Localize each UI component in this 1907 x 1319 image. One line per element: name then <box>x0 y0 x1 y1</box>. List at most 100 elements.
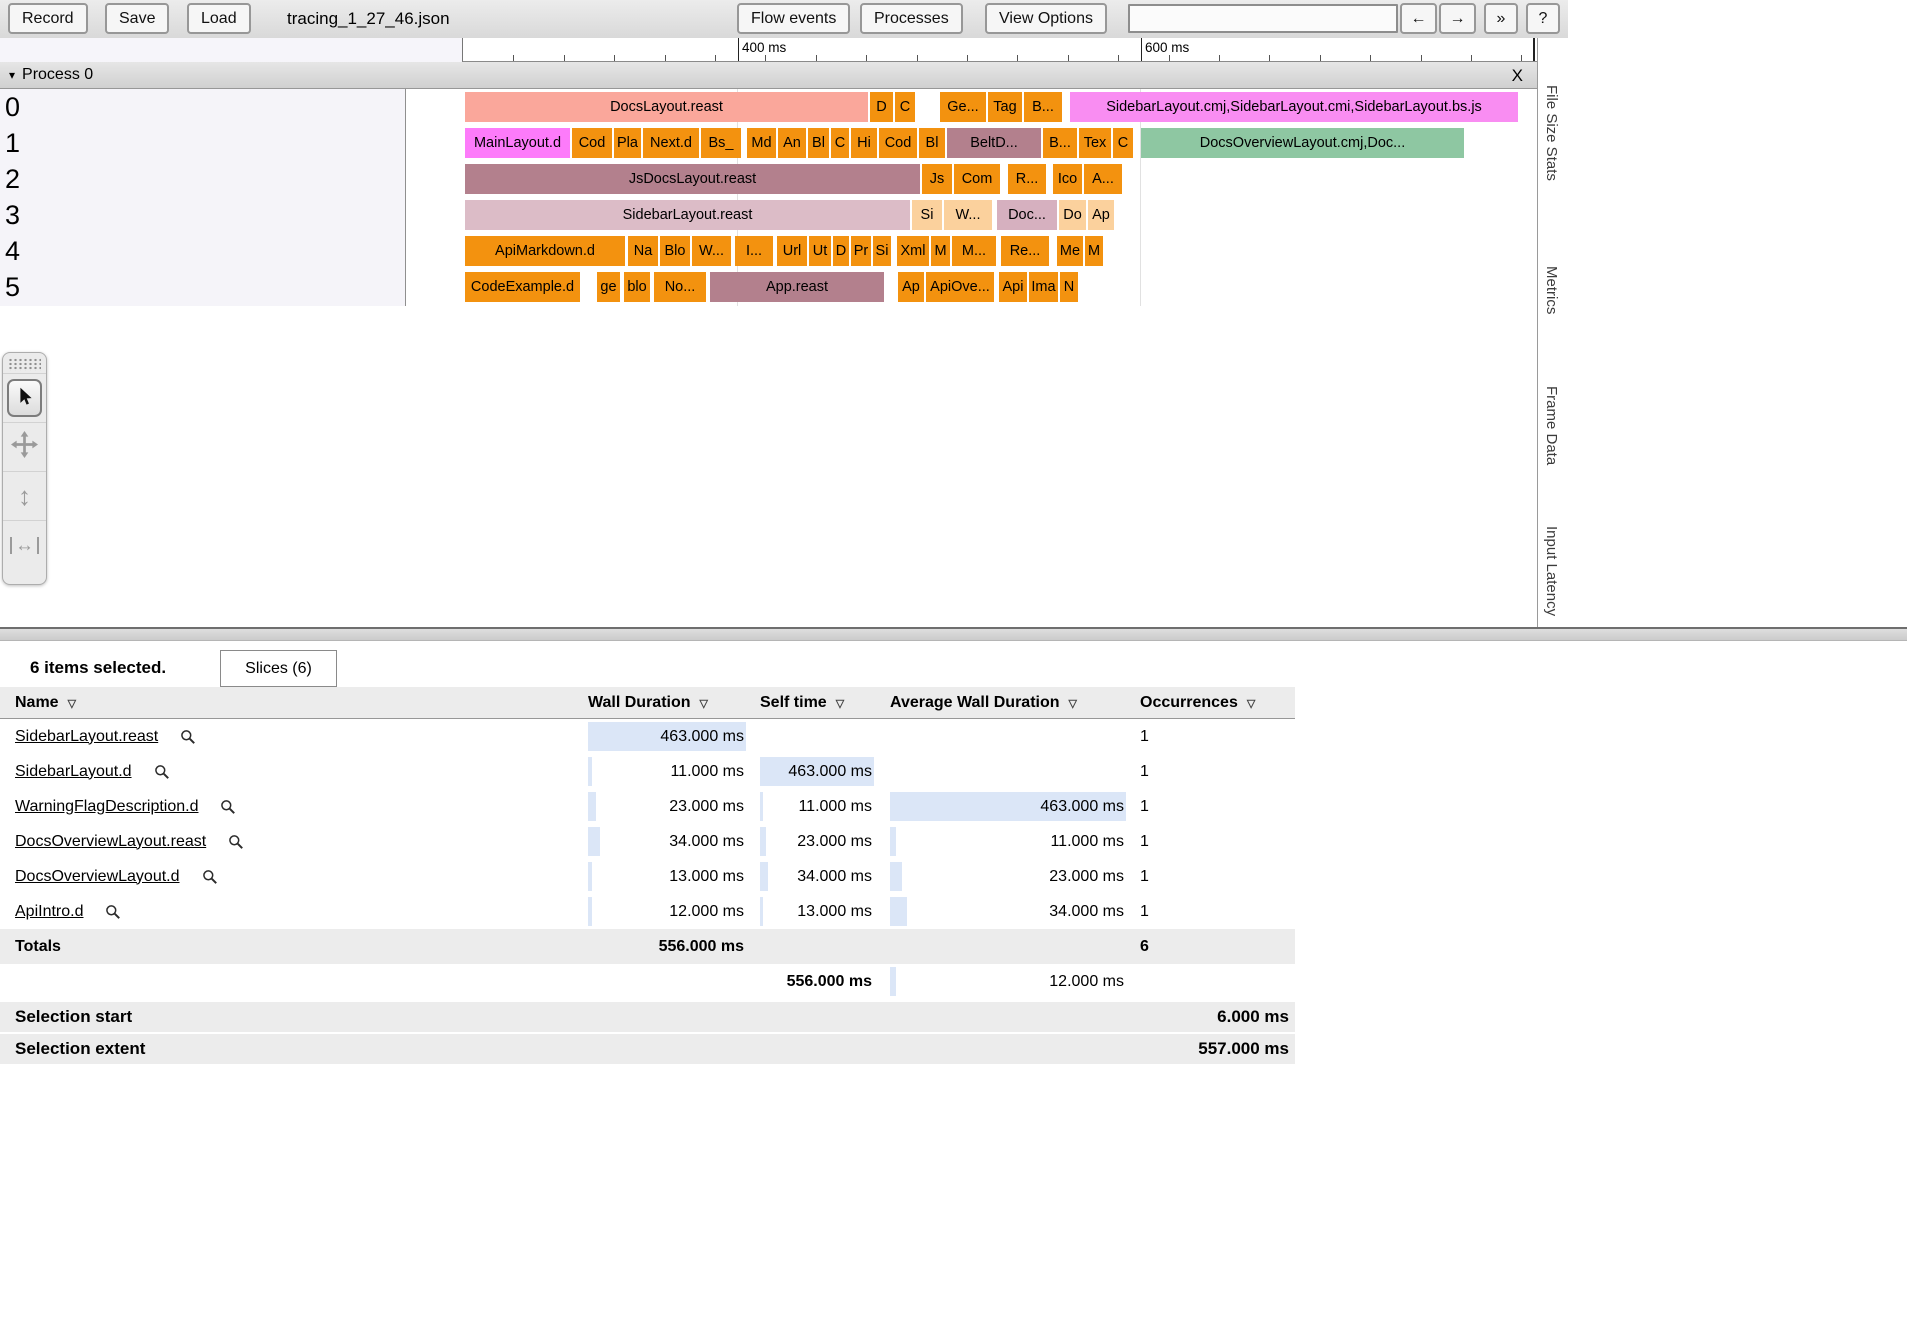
trace-slice[interactable]: Pr <box>851 236 871 266</box>
trace-slice[interactable]: MainLayout.d <box>465 128 570 158</box>
trace-slice[interactable]: SidebarLayout.cmj,SidebarLayout.cmi,Side… <box>1070 92 1518 122</box>
trace-slice[interactable]: An <box>778 128 806 158</box>
trace-slice[interactable]: C <box>1113 128 1133 158</box>
slice-name-link[interactable]: ApiIntro.d <box>15 903 83 921</box>
process-header[interactable]: ▾ Process 0 X <box>0 62 1537 89</box>
sort-icon[interactable]: ▽ <box>1247 697 1255 710</box>
record-button[interactable]: Record <box>8 3 88 34</box>
trace-slice[interactable]: C <box>895 92 915 122</box>
column-header-name[interactable]: Name▽ <box>15 687 76 719</box>
trace-slice[interactable]: Do <box>1059 200 1086 230</box>
panel-splitter[interactable] <box>0 627 1907 641</box>
slice-name-link[interactable]: DocsOverviewLayout.reast <box>15 833 206 851</box>
trace-slice[interactable]: W... <box>944 200 992 230</box>
trace-slice[interactable]: Re... <box>1001 236 1049 266</box>
trace-slice[interactable]: Ap <box>1088 200 1114 230</box>
trace-slice[interactable]: W... <box>692 236 731 266</box>
selection-tool-button[interactable] <box>3 373 46 422</box>
more-button[interactable]: » <box>1484 3 1518 34</box>
trace-slice[interactable]: ge <box>597 272 620 302</box>
processes-button[interactable]: Processes <box>860 3 963 34</box>
trace-slice[interactable]: Bl <box>919 128 945 158</box>
sort-icon[interactable]: ▽ <box>68 697 76 710</box>
trace-slice[interactable]: Ico <box>1053 164 1082 194</box>
trace-slice[interactable]: DocsOverviewLayout.cmj,Doc... <box>1141 128 1464 158</box>
trace-slice[interactable]: Tag <box>988 92 1022 122</box>
magnifier-icon[interactable] <box>202 869 218 885</box>
trace-slice[interactable]: DocsLayout.reast <box>465 92 868 122</box>
trace-slice[interactable]: BeltD... <box>947 128 1041 158</box>
load-button[interactable]: Load <box>187 3 251 34</box>
trace-slice[interactable]: Bs_ <box>701 128 741 158</box>
trace-slice[interactable]: Na <box>628 236 658 266</box>
trace-slice[interactable]: D <box>870 92 893 122</box>
column-header-occurrences[interactable]: Occurrences▽ <box>1140 687 1290 719</box>
trace-slice[interactable]: Bl <box>808 128 829 158</box>
trace-slice[interactable]: Ge... <box>940 92 986 122</box>
trace-slice[interactable]: C <box>831 128 849 158</box>
trace-slice[interactable]: N <box>1060 272 1078 302</box>
side-tab-input-latency[interactable]: Input Latency <box>1543 526 1560 616</box>
trace-slice[interactable]: Cod <box>572 128 612 158</box>
trace-slice[interactable]: ApiMarkdown.d <box>465 236 625 266</box>
trace-slice[interactable]: Me <box>1057 236 1083 266</box>
column-header-wall-duration[interactable]: Wall Duration▽ <box>588 687 746 719</box>
collapse-triangle-icon[interactable]: ▾ <box>9 68 15 82</box>
view-options-button[interactable]: View Options <box>985 3 1107 34</box>
trace-slice[interactable]: Tex <box>1079 128 1111 158</box>
sort-icon[interactable]: ▽ <box>836 697 844 710</box>
help-button[interactable]: ? <box>1526 3 1560 34</box>
trace-slice[interactable]: R... <box>1008 164 1046 194</box>
close-icon[interactable]: X <box>1512 62 1523 89</box>
trace-slice[interactable]: Si <box>873 236 891 266</box>
magnifier-icon[interactable] <box>154 764 170 780</box>
trace-slice[interactable]: Pla <box>614 128 641 158</box>
slice-name-link[interactable]: SidebarLayout.d <box>15 763 132 781</box>
trace-slice[interactable]: B... <box>1043 128 1077 158</box>
column-header-average-wall-duration[interactable]: Average Wall Duration▽ <box>890 687 1126 719</box>
trace-slice[interactable]: JsDocsLayout.reast <box>465 164 920 194</box>
trace-slice[interactable]: B... <box>1024 92 1062 122</box>
trace-slice[interactable]: Si <box>912 200 942 230</box>
trace-slice[interactable]: No... <box>654 272 706 302</box>
trace-slice[interactable]: Ima <box>1029 272 1058 302</box>
zoom-tool-button[interactable]: ↕ <box>3 471 46 520</box>
find-next-button[interactable]: → <box>1439 3 1476 34</box>
trace-slice[interactable]: blo <box>624 272 650 302</box>
magnifier-icon[interactable] <box>105 904 121 920</box>
slice-name-link[interactable]: SidebarLayout.reast <box>15 728 158 746</box>
side-tab-frame-data[interactable]: Frame Data <box>1543 386 1560 465</box>
flow-events-button[interactable]: Flow events <box>737 3 850 34</box>
magnifier-icon[interactable] <box>180 729 196 745</box>
trace-slice[interactable]: Js <box>922 164 952 194</box>
trace-slice[interactable]: Hi <box>851 128 877 158</box>
search-input[interactable] <box>1128 4 1398 33</box>
slice-name-link[interactable]: DocsOverviewLayout.d <box>15 868 180 886</box>
trace-slice[interactable]: I... <box>735 236 773 266</box>
trace-slice[interactable]: A... <box>1084 164 1122 194</box>
timeline-ruler[interactable]: 400 ms600 ms <box>462 38 1537 62</box>
trace-slice[interactable]: Md <box>747 128 776 158</box>
trace-slice[interactable]: D <box>833 236 849 266</box>
magnifier-icon[interactable] <box>220 799 236 815</box>
trace-slice[interactable]: Com <box>954 164 1000 194</box>
trace-slice[interactable]: SidebarLayout.reast <box>465 200 910 230</box>
trace-slice[interactable]: Blo <box>660 236 690 266</box>
trace-slice[interactable]: Api <box>999 272 1027 302</box>
side-tab-file-size-stats[interactable]: File Size Stats <box>1543 85 1560 181</box>
trace-slice[interactable]: Ut <box>809 236 831 266</box>
magnifier-icon[interactable] <box>228 834 244 850</box>
timing-tool-button[interactable]: ↔ <box>3 520 46 569</box>
trace-slice[interactable]: App.reast <box>710 272 884 302</box>
pan-tool-button[interactable] <box>3 422 46 471</box>
trace-slice[interactable]: Next.d <box>643 128 699 158</box>
timeline-tracks[interactable]: 0DocsLayout.reastDCGe...TagB...SidebarLa… <box>0 89 1537 627</box>
column-header-self-time[interactable]: Self time▽ <box>760 687 874 719</box>
trace-slice[interactable]: ApiOve... <box>926 272 994 302</box>
trace-slice[interactable]: Doc... <box>997 200 1057 230</box>
sort-icon[interactable]: ▽ <box>700 697 708 710</box>
trace-slice[interactable]: M... <box>952 236 996 266</box>
trace-slice[interactable]: M <box>1085 236 1103 266</box>
trace-slice[interactable]: Xml <box>897 236 929 266</box>
palette-grip-handle[interactable] <box>8 358 41 371</box>
